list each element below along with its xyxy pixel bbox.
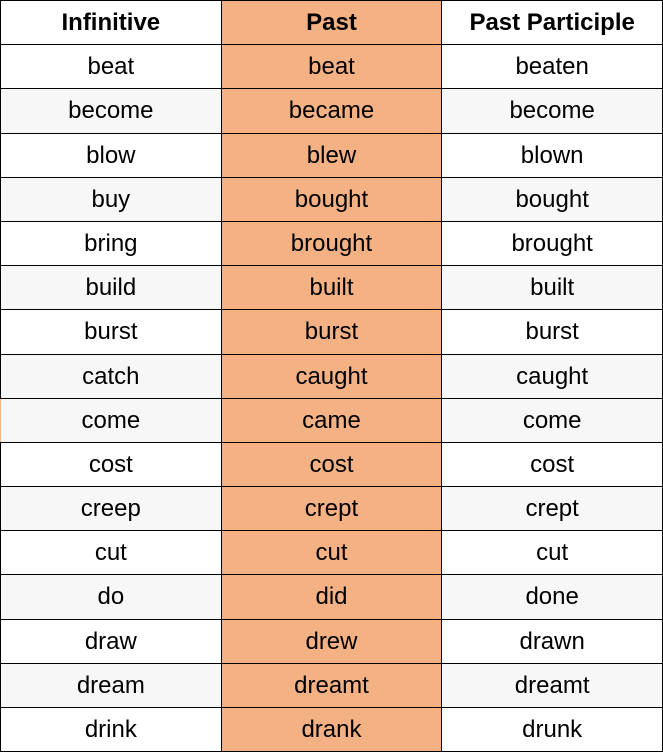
cell-past: dreamt [221,663,442,707]
verb-table-container: Infinitive Past Past Participle beatbeat… [0,0,663,752]
table-row: drawdrewdrawn [1,619,663,663]
cell-infinitive: cost [1,442,222,486]
cell-participle: caught [442,354,663,398]
header-row: Infinitive Past Past Participle [1,1,663,45]
header-past: Past [221,1,442,45]
cell-infinitive: creep [1,487,222,531]
cell-participle: cut [442,531,663,575]
cell-past: drew [221,619,442,663]
cell-participle: drunk [442,708,663,752]
cell-past: drank [221,708,442,752]
cell-infinitive: drink [1,708,222,752]
cell-participle: become [442,89,663,133]
cell-infinitive: dream [1,663,222,707]
cell-infinitive: come [1,398,222,442]
cell-past: cut [221,531,442,575]
cell-past: built [221,266,442,310]
cell-infinitive: catch [1,354,222,398]
table-row: beatbeatbeaten [1,45,663,89]
cell-infinitive: beat [1,45,222,89]
cell-infinitive: build [1,266,222,310]
cell-participle: done [442,575,663,619]
cell-infinitive: buy [1,177,222,221]
table-row: costcostcost [1,442,663,486]
cell-participle: blown [442,133,663,177]
cell-past: came [221,398,442,442]
table-row: burstburstburst [1,310,663,354]
cell-past: did [221,575,442,619]
verb-table-body: beatbeatbeatenbecomebecamebecomeblowblew… [1,45,663,752]
cell-participle: brought [442,221,663,265]
cell-infinitive: become [1,89,222,133]
table-row: becomebecamebecome [1,89,663,133]
cell-participle: bought [442,177,663,221]
table-row: creepcreptcrept [1,487,663,531]
cell-infinitive: blow [1,133,222,177]
header-infinitive: Infinitive [1,1,222,45]
header-participle: Past Participle [442,1,663,45]
verb-table: Infinitive Past Past Participle beatbeat… [0,0,663,752]
cell-past: caught [221,354,442,398]
cell-participle: dreamt [442,663,663,707]
cell-infinitive: do [1,575,222,619]
cell-infinitive: cut [1,531,222,575]
table-row: blowblewblown [1,133,663,177]
cell-past: brought [221,221,442,265]
cell-participle: crept [442,487,663,531]
cell-participle: beaten [442,45,663,89]
table-row: buyboughtbought [1,177,663,221]
cell-past: burst [221,310,442,354]
cell-infinitive: bring [1,221,222,265]
cell-participle: come [442,398,663,442]
table-row: bringbroughtbrought [1,221,663,265]
cell-participle: built [442,266,663,310]
table-row: comecamecome [1,398,663,442]
table-row: cutcutcut [1,531,663,575]
cell-participle: burst [442,310,663,354]
cell-participle: cost [442,442,663,486]
cell-participle: drawn [442,619,663,663]
cell-infinitive: burst [1,310,222,354]
cell-past: bought [221,177,442,221]
table-row: dreamdreamtdreamt [1,663,663,707]
table-row: drinkdrankdrunk [1,708,663,752]
cell-past: beat [221,45,442,89]
cell-past: crept [221,487,442,531]
cell-past: blew [221,133,442,177]
table-row: dodiddone [1,575,663,619]
cell-past: cost [221,442,442,486]
table-row: catchcaughtcaught [1,354,663,398]
cell-infinitive: draw [1,619,222,663]
table-row: buildbuiltbuilt [1,266,663,310]
cell-past: became [221,89,442,133]
